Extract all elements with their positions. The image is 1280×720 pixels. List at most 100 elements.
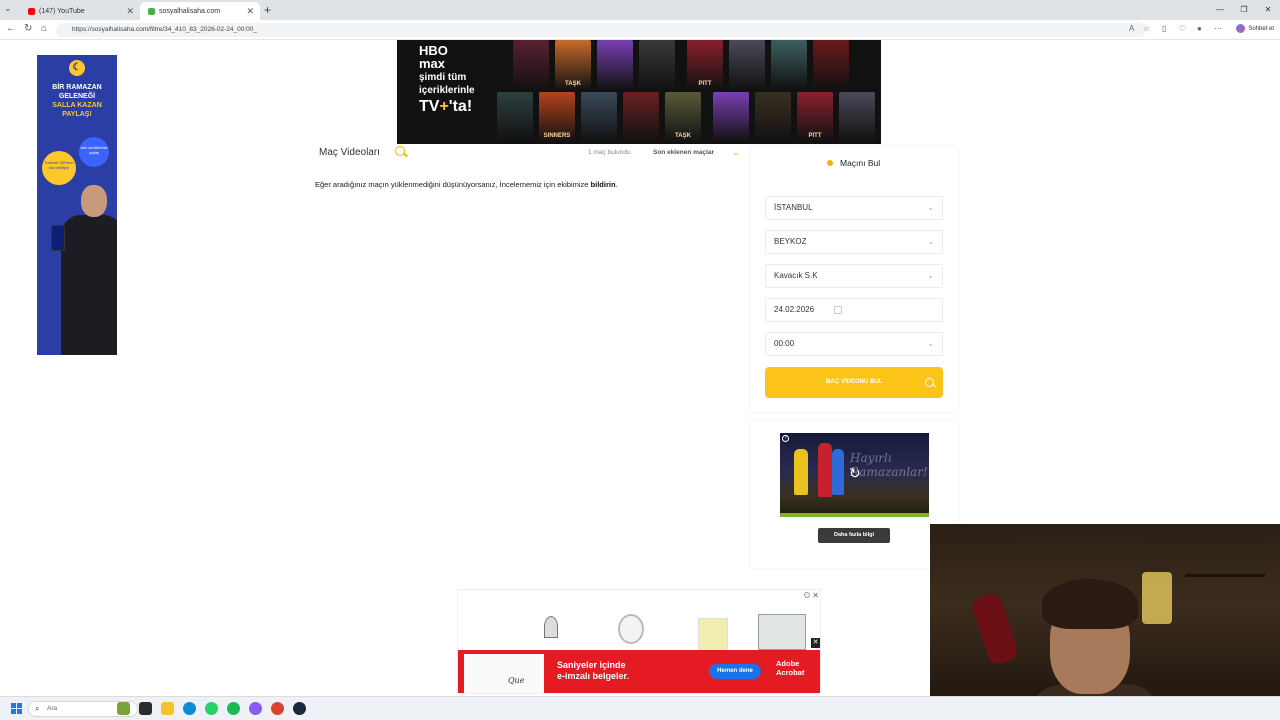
time-select[interactable]: 00:00 ⌄ [765, 332, 943, 356]
game-icon[interactable] [271, 702, 284, 715]
ad-footer-strip [780, 513, 929, 517]
replay-icon[interactable]: ↻ [849, 466, 861, 480]
chevron-down-icon: ⌄ [927, 271, 934, 280]
district-value: BEYKOZ [774, 237, 807, 246]
product-box-image [758, 614, 806, 650]
close-icon[interactable]: ✕ [812, 591, 819, 600]
back-arrow-icon[interactable]: ← [6, 23, 16, 34]
movie-poster: TAŞK [555, 40, 591, 90]
info-icon[interactable]: ? [782, 435, 789, 442]
site-favicon-icon [148, 7, 155, 15]
district-select[interactable]: BEYKOZ ⌄ [765, 230, 943, 254]
new-tab-button[interactable]: + [264, 3, 271, 17]
maximize-button[interactable]: ❐ [1232, 0, 1256, 20]
ad-model-body [61, 215, 117, 355]
logo-text: TV [419, 98, 440, 115]
movie-poster [597, 40, 633, 90]
report-link[interactable]: bildirin [591, 180, 616, 189]
windows-start-icon[interactable] [11, 703, 22, 714]
more-info-button[interactable]: Daha fazla bilgi [818, 528, 890, 543]
movie-poster: PITT [687, 40, 723, 90]
top-banner-ad[interactable]: HBO max şimdi tüm içeriklerinle TV+'ta! … [397, 40, 881, 144]
city-select[interactable]: İSTANBUL ⌄ [765, 196, 943, 220]
close-ad-icon[interactable]: ✕ [811, 638, 820, 648]
sort-dropdown[interactable]: Son eklenen maçlar [653, 149, 714, 156]
movie-poster [813, 40, 849, 90]
movie-poster [729, 40, 765, 90]
logo-text: 'ta! [448, 98, 473, 115]
tab-sosyalhalisaha[interactable]: sosyalhalisaha.com ✕ [140, 2, 260, 20]
movie-poster [581, 92, 617, 142]
poster-title: PITT [808, 133, 822, 139]
ad-share-badge: İster sevdiklerinle paylaş [79, 137, 109, 167]
split-screen-icon[interactable]: ▯ [1162, 24, 1166, 33]
profile-avatar-icon[interactable]: ● [1197, 24, 1202, 33]
tab-actions-menu-icon[interactable]: ⌄ [4, 3, 12, 14]
time-value: 00:00 [774, 339, 795, 348]
ad-model-head [81, 185, 107, 217]
logo-text: Acrobat [776, 668, 805, 677]
file-explorer-icon[interactable] [161, 702, 174, 715]
spotify-icon[interactable] [227, 702, 240, 715]
match-finder-panel: Maçını Bul İSTANBUL ⌄ BEYKOZ ⌄ Kavacık S… [751, 146, 958, 412]
chevron-down-icon: ⌄ [927, 203, 934, 212]
chat-label: Sohbet et [1248, 25, 1274, 32]
whatsapp-icon[interactable] [205, 702, 218, 715]
task-view-icon[interactable] [139, 702, 152, 715]
adobe-ad-strip: Que Saniyeler içinde e-imzalı belgeler. … [458, 650, 820, 693]
ad-gift-badge: Turkcell Gift'lerin sizi bekliyor [42, 151, 76, 185]
chevron-down-icon: ⌄ [927, 339, 934, 348]
copilot-icon [1236, 24, 1246, 33]
movie-poster [713, 92, 749, 142]
neon-sign-image [1142, 572, 1172, 624]
try-now-button[interactable]: Hemen dene [709, 664, 761, 679]
youtube-icon [28, 7, 35, 15]
sidebar-video-ad: Hayırlı Ramazanlar! ? ↻ Daha fazla bilgi [751, 421, 958, 568]
poster-title: TAŞK [565, 81, 581, 87]
bottom-banner-ad[interactable]: i ✕ ✕ Que Saniyeler içinde e-imzalı belg… [457, 589, 821, 694]
poster-title: SINNERS [543, 133, 571, 139]
search-icon[interactable] [395, 146, 405, 156]
home-icon[interactable]: ⌂ [41, 23, 47, 34]
document-image: Que [464, 654, 544, 693]
video-ad-player[interactable]: Hayırlı Ramazanlar! ? ↻ [780, 433, 929, 517]
ad-message-line: Saniyeler içinde [557, 660, 626, 670]
favorite-star-icon[interactable]: ☆ [1143, 24, 1150, 33]
address-bar-row: ← ↻ ⌂ https://sosyalhalisaha.com/filtre/… [0, 20, 1280, 40]
app-icon[interactable] [249, 702, 262, 715]
calendar-icon [834, 306, 842, 314]
chat-button[interactable]: Sohbet et [1236, 24, 1274, 33]
close-tab-icon[interactable]: ✕ [126, 6, 134, 17]
tab-youtube[interactable]: (147) YouTube ✕ [20, 2, 140, 20]
missing-match-notice: Eğer aradığınız maçın yüklenmediğini düş… [315, 180, 618, 189]
favorites-icon[interactable]: ♡ [1179, 24, 1186, 33]
read-aloud-icon[interactable]: A [1129, 24, 1134, 33]
reload-icon[interactable]: ↻ [24, 23, 32, 34]
chevron-down-icon[interactable]: ⌄ [732, 147, 740, 158]
steam-icon[interactable] [293, 702, 306, 715]
url-input[interactable]: https://sosyalhalisaha.com/filtre/34_410… [56, 23, 1146, 37]
find-video-button[interactable]: MAÇ VİDEONU BUL [765, 367, 943, 398]
ad-headline-highlight: SALLA KAZAN [52, 102, 102, 109]
notice-end: . [615, 180, 618, 189]
ad-headline-line: GELENEĞİ [58, 93, 96, 100]
button-label: MAÇ VİDEONU BUL [825, 379, 883, 385]
product-bottle [818, 443, 832, 497]
date-field[interactable]: 24.02.2026 [765, 298, 943, 322]
adobe-acrobat-logo: Adobe Acrobat [776, 659, 804, 677]
close-tab-icon[interactable]: ✕ [246, 6, 254, 17]
product-bottle [794, 449, 808, 495]
movie-poster [513, 40, 549, 90]
minimize-button[interactable]: — [1208, 0, 1232, 20]
turkcell-logo-icon: ☾ [69, 60, 85, 76]
close-window-button[interactable]: ✕ [1256, 0, 1280, 20]
edge-icon[interactable] [183, 702, 196, 715]
ad-info-icon[interactable]: i [804, 592, 810, 598]
widgets-icon[interactable] [117, 702, 130, 715]
search-icon [925, 378, 934, 387]
left-banner-ad[interactable]: ☾ BİR RAMAZAN GELENEĞİ SALLA KAZAN PAYLA… [37, 55, 117, 355]
venue-select[interactable]: Kavacık S.K ⌄ [765, 264, 943, 288]
product-mirror-image [618, 614, 644, 644]
tab-label: sosyalhalisaha.com [159, 7, 221, 15]
more-menu-icon[interactable]: ⋯ [1214, 24, 1222, 33]
